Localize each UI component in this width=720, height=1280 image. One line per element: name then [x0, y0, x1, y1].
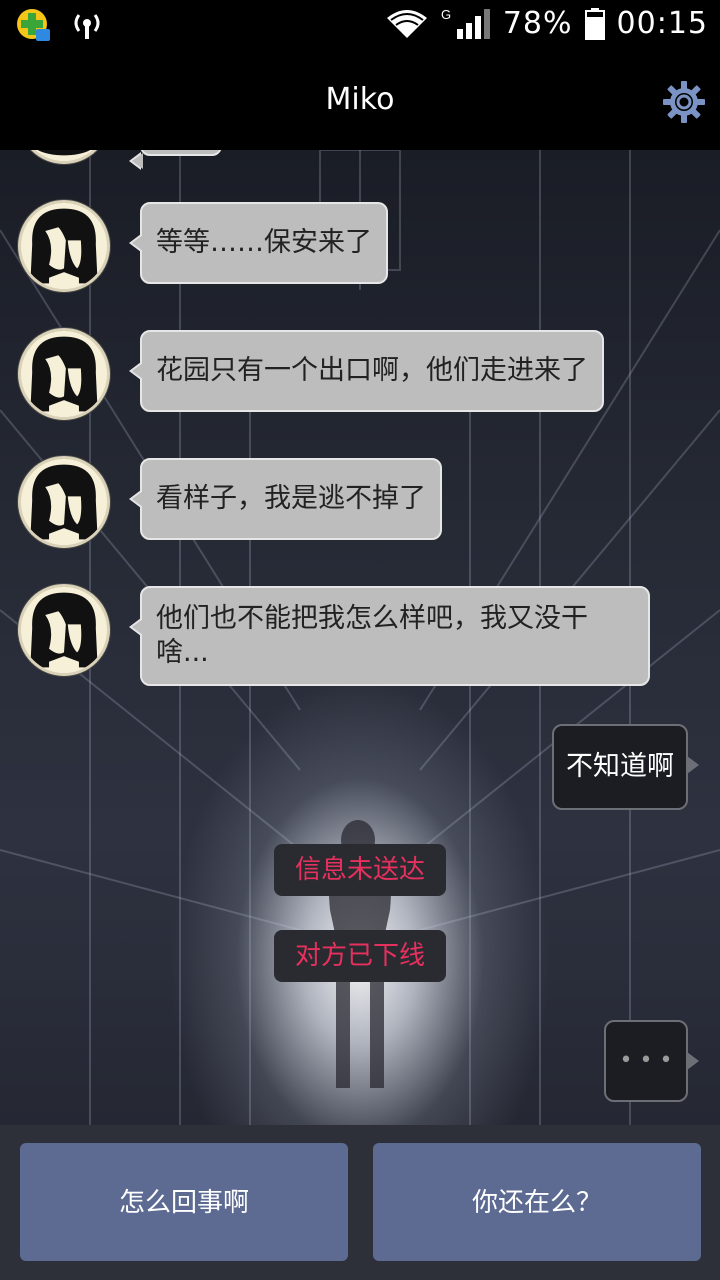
message-text: 不知道啊	[566, 751, 674, 782]
app-plus-icon	[17, 9, 50, 41]
cell-signal-icon: G	[441, 7, 490, 39]
clock: 00:15	[616, 6, 708, 41]
signal-type-label: G	[441, 7, 451, 22]
battery-percent: 78%	[502, 6, 573, 41]
message-bubble: 等等……保安来了	[129, 202, 388, 284]
chat-title: Miko	[325, 82, 395, 117]
miko-avatar-image	[30, 336, 98, 417]
message-bubble-outgoing: 不知道啊	[552, 724, 699, 810]
message-bubble-partial	[129, 150, 222, 170]
status-left	[16, 8, 104, 44]
miko-avatar-image	[30, 208, 98, 289]
miko-avatar-image	[30, 464, 98, 545]
miko-avatar-image	[30, 592, 98, 673]
message-bubble: 看样子，我是逃不掉了	[129, 458, 442, 540]
reply-options-bar: 怎么回事啊 你还在么？	[0, 1125, 720, 1280]
avatar[interactable]	[18, 200, 110, 292]
message-text: 他们也不能把我怎么样吧，我又没干啥...	[156, 603, 588, 668]
message-text: 看样子，我是逃不掉了	[156, 483, 426, 514]
typing-dots: • • •	[619, 1048, 673, 1073]
message-bubble: 他们也不能把我怎么样吧，我又没干啥...	[129, 586, 650, 686]
message-text: 花园只有一个出口啊，他们走进来了	[156, 355, 588, 386]
reply-option-button-1[interactable]: 怎么回事啊	[20, 1143, 348, 1261]
notice-offline: 对方已下线	[274, 930, 446, 982]
status-right: G 78% 00:15	[385, 6, 708, 41]
notice-not-delivered: 信息未送达	[274, 844, 446, 896]
avatar[interactable]	[18, 328, 110, 420]
gear-icon[interactable]	[662, 80, 706, 124]
chat-area[interactable]: 等等……保安来了 花园只有一个出口啊，他们走进来了 看样子，我是逃不掉了 他们也…	[0, 150, 720, 1125]
wifi-icon	[386, 9, 427, 38]
battery-icon	[584, 7, 605, 40]
status-bar: G 78% 00:15	[0, 0, 720, 50]
reply-option-button-2[interactable]: 你还在么？	[373, 1143, 701, 1261]
message-text: 等等……保安来了	[156, 227, 372, 258]
title-bar: Miko	[0, 50, 720, 150]
hotspot-icon	[74, 14, 100, 39]
message-bubble: 花园只有一个出口啊，他们走进来了	[129, 330, 604, 412]
avatar[interactable]	[18, 584, 110, 676]
typing-indicator: • • •	[604, 1020, 699, 1102]
avatar[interactable]	[18, 456, 110, 548]
